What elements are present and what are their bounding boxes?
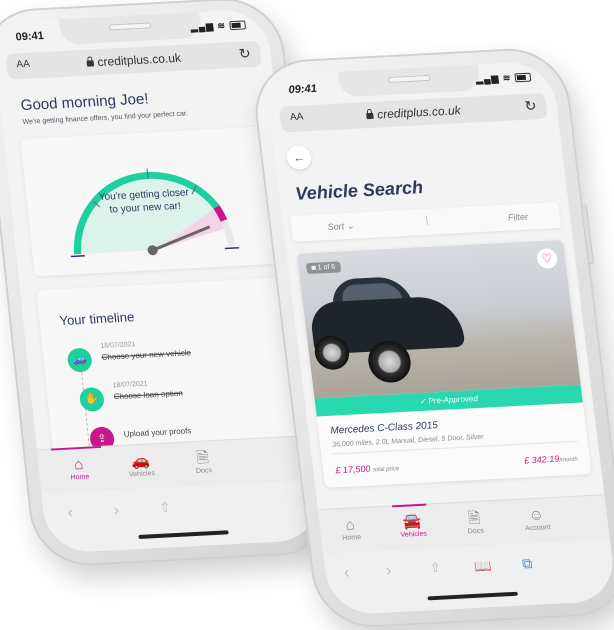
status-icons: ▂▄▆ ≋ bbox=[475, 72, 532, 86]
bookmarks-icon[interactable]: 📖 bbox=[473, 557, 493, 575]
photo-counter: ◙ 1 of 6 bbox=[305, 261, 341, 275]
vehicle-name: Mercedes C-Class 2015 bbox=[329, 420, 439, 437]
share-icon[interactable]: ⇧ bbox=[429, 560, 442, 576]
back-icon[interactable]: ‹ bbox=[67, 504, 74, 522]
sort-filter-bar: Sort ⌄ | Filter bbox=[290, 201, 562, 242]
url-text: creditplus.co.uk bbox=[96, 50, 182, 70]
car-icon: 🚙 bbox=[66, 347, 93, 373]
divider: | bbox=[424, 214, 429, 225]
tab-docs[interactable]: 🗎 Docs bbox=[443, 509, 506, 537]
hand-coin-icon: ✋ bbox=[78, 386, 106, 412]
power-button bbox=[580, 204, 595, 265]
tab-label: Vehicles bbox=[400, 530, 428, 539]
signal-icon: ▂▄▆ bbox=[190, 21, 215, 33]
forward-icon[interactable]: › bbox=[385, 562, 393, 580]
tab-docs[interactable]: 🗎 Docs bbox=[172, 448, 235, 476]
tab-label: Docs bbox=[195, 467, 213, 475]
tabs-icon[interactable]: ⧉ bbox=[521, 555, 533, 572]
home-indicator[interactable] bbox=[138, 530, 229, 539]
total-price-label: total price bbox=[372, 466, 400, 474]
chevron-down-icon: ⌄ bbox=[346, 220, 355, 232]
signal-icon: ▂▄▆ bbox=[475, 73, 500, 85]
monthly-price: £ 342.19/month bbox=[524, 453, 579, 466]
wifi-icon: ≋ bbox=[216, 20, 227, 31]
back-icon[interactable]: ‹ bbox=[343, 565, 351, 583]
car-icon: 🚗 bbox=[130, 452, 151, 471]
total-price-value: £ 17,500 bbox=[334, 463, 372, 476]
sort-button[interactable]: Sort ⌄ bbox=[327, 221, 355, 233]
home-icon: ⌂ bbox=[344, 516, 356, 534]
timeline-title: Your timeline bbox=[58, 309, 135, 329]
timeline-label: Choose loan option bbox=[113, 388, 184, 402]
gauge-remaining bbox=[220, 219, 236, 247]
wifi-icon: ≋ bbox=[502, 72, 512, 84]
tab-label: Vehicles bbox=[128, 470, 156, 479]
monthly-price-value: £ 342.19 bbox=[523, 453, 560, 466]
battery-icon bbox=[514, 72, 532, 83]
tab-vehicles[interactable]: 🚘 Vehicles bbox=[381, 512, 444, 540]
tab-home[interactable]: ⌂ Home bbox=[48, 455, 111, 483]
photo-counter-text: 1 of 6 bbox=[317, 263, 336, 272]
check-icon: ✓ bbox=[418, 396, 427, 407]
share-icon[interactable]: ⇧ bbox=[159, 499, 172, 515]
greeting-title: Good morning Joe! bbox=[19, 90, 150, 115]
car-icon: 🚘 bbox=[401, 512, 423, 531]
status-time: 09:41 bbox=[15, 29, 45, 44]
tab-label: Home bbox=[341, 534, 362, 542]
heart-icon: ♡ bbox=[540, 251, 554, 266]
lock-icon bbox=[86, 60, 94, 67]
gauge-baseline-right bbox=[224, 246, 239, 250]
badge-text: Pre-Approved bbox=[427, 394, 479, 406]
status-icons: ▂▄▆ ≋ bbox=[190, 19, 247, 33]
url-field[interactable]: creditplus.co.uk bbox=[6, 47, 261, 74]
camera-icon: ◙ bbox=[311, 264, 317, 272]
gauge-baseline-left bbox=[70, 255, 85, 258]
filter-button[interactable]: Filter bbox=[507, 212, 528, 223]
tab-label: Home bbox=[70, 473, 90, 482]
home-indicator[interactable] bbox=[427, 591, 518, 601]
timeline-label: Upload your proofs bbox=[123, 426, 192, 439]
reload-icon[interactable]: ↻ bbox=[524, 97, 538, 114]
url-text: creditplus.co.uk bbox=[376, 103, 462, 122]
favorite-button[interactable]: ♡ bbox=[535, 248, 559, 269]
timeline-label: Choose your new vehicle bbox=[101, 348, 192, 362]
vehicle-photo[interactable]: ◙ 1 of 6 ♡ bbox=[296, 239, 581, 399]
user-icon: ☺ bbox=[527, 506, 546, 525]
battery-icon bbox=[229, 20, 247, 31]
arrow-left-icon: ← bbox=[292, 150, 306, 165]
progress-gauge-card: You're getting closer to your new car! bbox=[20, 126, 281, 277]
screen: 09:41 ▂▄▆ ≋ AA creditplus.co.uk ↻ ← Vehi… bbox=[264, 60, 614, 616]
reload-icon[interactable]: ↻ bbox=[238, 45, 252, 63]
back-button[interactable]: ← bbox=[285, 145, 313, 171]
vehicle-card[interactable]: ◙ 1 of 6 ♡ ✓ Pre-Approved Mercedes C-Cla… bbox=[296, 239, 592, 488]
forward-icon[interactable]: › bbox=[113, 502, 120, 520]
tab-home[interactable]: ⌂ Home bbox=[319, 515, 382, 543]
tab-label: Docs bbox=[467, 527, 485, 536]
tab-account[interactable]: ☺ Account bbox=[505, 505, 568, 533]
document-icon: 🗎 bbox=[195, 449, 210, 467]
sort-label: Sort bbox=[327, 221, 345, 233]
tab-vehicles[interactable]: 🚗 Vehicles bbox=[110, 451, 173, 479]
active-tab-indicator bbox=[392, 503, 427, 508]
total-price: £ 17,500 total price bbox=[334, 462, 400, 476]
url-field[interactable]: creditplus.co.uk bbox=[279, 99, 547, 127]
document-icon: 🗎 bbox=[467, 509, 482, 528]
page-title: Vehicle Search bbox=[294, 177, 425, 204]
timeline-date: 18/07/2021 bbox=[112, 380, 149, 390]
tab-label: Account bbox=[524, 524, 551, 533]
volume-down-button bbox=[0, 180, 1, 221]
timeline-date: 18/07/2021 bbox=[100, 341, 136, 350]
lock-icon bbox=[365, 112, 374, 120]
status-time: 09:41 bbox=[287, 82, 318, 97]
monthly-price-label: /month bbox=[559, 456, 579, 464]
home-icon: ⌂ bbox=[73, 455, 85, 474]
